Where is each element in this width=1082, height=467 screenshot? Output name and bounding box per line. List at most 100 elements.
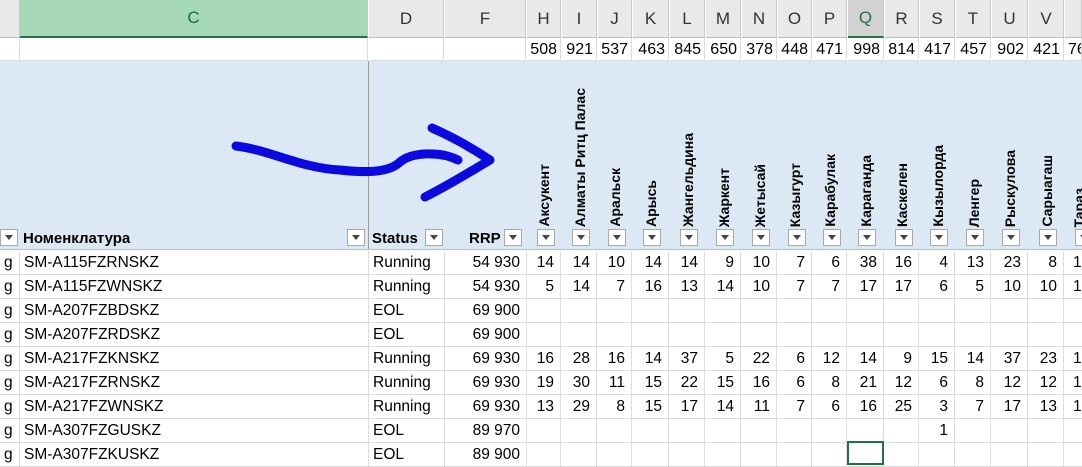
qty-cell[interactable]	[562, 323, 597, 347]
sku-cell[interactable]: SM-A115FZRNSKZ	[20, 251, 369, 275]
qty-cell[interactable]: 10	[742, 251, 777, 275]
qty-cell[interactable]: 6	[813, 395, 847, 419]
qty-cell[interactable]: 1	[920, 419, 955, 443]
qty-cell[interactable]	[1065, 419, 1082, 443]
rrp-cell[interactable]: 54 930	[445, 251, 527, 275]
qty-cell[interactable]	[562, 299, 597, 323]
qty-cell[interactable]: 12	[1029, 371, 1064, 395]
qty-cell[interactable]	[633, 443, 669, 467]
qty-cell[interactable]: 23	[1029, 347, 1064, 371]
sku-cell[interactable]: SM-A217FZRNSKZ	[20, 371, 369, 395]
qty-cell[interactable]: 12	[992, 371, 1028, 395]
rrp-cell[interactable]: 69 900	[445, 299, 527, 323]
qty-cell[interactable]: 14	[562, 251, 597, 275]
qty-cell[interactable]	[885, 419, 919, 443]
rrp-cell[interactable]: 54 930	[445, 275, 527, 299]
qty-cell[interactable]: 17	[670, 395, 705, 419]
qty-cell[interactable]: 6	[778, 347, 812, 371]
qty-cell[interactable]: 8	[813, 371, 847, 395]
status-cell[interactable]: Running	[369, 371, 445, 395]
status-cell[interactable]: EOL	[369, 299, 445, 323]
qty-cell[interactable]: 5	[706, 347, 741, 371]
qty-cell[interactable]: 6	[920, 371, 955, 395]
prefix-cell[interactable]: g	[0, 371, 20, 395]
rrp-cell[interactable]: 69 930	[445, 395, 527, 419]
qty-cell[interactable]	[956, 443, 991, 467]
qty-cell[interactable]	[813, 299, 847, 323]
qty-cell[interactable]	[1065, 323, 1082, 347]
qty-cell[interactable]: 16	[633, 275, 669, 299]
filter-button-city[interactable]	[572, 229, 590, 246]
qty-cell[interactable]: 7	[778, 251, 812, 275]
qty-cell[interactable]: 15	[633, 395, 669, 419]
qty-cell[interactable]: 7	[598, 275, 632, 299]
filter-button-city[interactable]	[823, 229, 841, 246]
active-cell-q[interactable]	[847, 441, 884, 465]
qty-cell[interactable]	[598, 443, 632, 467]
rrp-cell[interactable]: 89 900	[445, 443, 527, 467]
rrp-cell[interactable]: 69 930	[445, 347, 527, 371]
qty-cell[interactable]	[527, 443, 561, 467]
qty-cell[interactable]	[633, 299, 669, 323]
qty-cell[interactable]: 16	[527, 347, 561, 371]
qty-cell[interactable]	[920, 443, 955, 467]
qty-cell[interactable]	[848, 323, 884, 347]
qty-cell[interactable]	[742, 443, 777, 467]
qty-cell[interactable]: 10	[598, 251, 632, 275]
qty-cell[interactable]: 4	[920, 251, 955, 275]
qty-cell[interactable]: 12	[813, 347, 847, 371]
qty-cell[interactable]: 37	[670, 347, 705, 371]
qty-cell[interactable]	[920, 323, 955, 347]
qty-cell[interactable]	[633, 419, 669, 443]
qty-cell[interactable]	[778, 323, 812, 347]
qty-cell[interactable]: 8	[598, 395, 632, 419]
qty-cell[interactable]: 38	[848, 251, 884, 275]
qty-cell[interactable]	[813, 323, 847, 347]
qty-cell[interactable]: 9	[706, 251, 741, 275]
qty-cell[interactable]	[848, 299, 884, 323]
qty-cell[interactable]	[598, 419, 632, 443]
qty-cell[interactable]: 7	[956, 395, 991, 419]
qty-cell[interactable]	[992, 419, 1028, 443]
filter-button-city[interactable]	[966, 229, 984, 246]
prefix-cell[interactable]: g	[0, 275, 20, 299]
filter-button-city[interactable]	[752, 229, 770, 246]
filter-button-b[interactable]	[0, 229, 18, 246]
filter-button-city[interactable]	[1039, 229, 1057, 246]
filter-button-city[interactable]	[1002, 229, 1020, 246]
prefix-cell[interactable]: g	[0, 299, 20, 323]
qty-cell[interactable]: 9	[885, 347, 919, 371]
qty-cell[interactable]: 13	[527, 395, 561, 419]
qty-cell[interactable]	[598, 323, 632, 347]
qty-cell[interactable]	[885, 323, 919, 347]
filter-button-city[interactable]	[895, 229, 913, 246]
qty-cell[interactable]	[778, 443, 812, 467]
qty-cell[interactable]	[527, 419, 561, 443]
qty-cell[interactable]	[992, 323, 1028, 347]
qty-cell[interactable]	[1029, 419, 1064, 443]
prefix-cell[interactable]: g	[0, 419, 20, 443]
qty-cell[interactable]	[670, 443, 705, 467]
qty-cell[interactable]: 7	[778, 275, 812, 299]
status-cell[interactable]: Running	[369, 275, 445, 299]
qty-cell[interactable]	[1065, 299, 1082, 323]
qty-cell[interactable]: 13	[1029, 395, 1064, 419]
qty-cell[interactable]	[706, 443, 741, 467]
qty-cell[interactable]: 17	[885, 275, 919, 299]
prefix-cell[interactable]: g	[0, 395, 20, 419]
qty-cell[interactable]: 3	[920, 395, 955, 419]
qty-cell[interactable]: 6	[778, 371, 812, 395]
qty-cell[interactable]: 12	[885, 371, 919, 395]
qty-cell[interactable]	[813, 443, 847, 467]
qty-cell[interactable]: 15	[920, 347, 955, 371]
qty-cell[interactable]: 14	[633, 347, 669, 371]
qty-cell[interactable]	[956, 299, 991, 323]
filter-button-city[interactable]	[1075, 229, 1082, 246]
qty-cell[interactable]: 15	[706, 371, 741, 395]
qty-cell[interactable]	[670, 323, 705, 347]
qty-cell[interactable]: 14	[633, 251, 669, 275]
qty-cell[interactable]	[1029, 443, 1064, 467]
qty-cell[interactable]	[992, 443, 1028, 467]
prefix-cell[interactable]: g	[0, 251, 20, 275]
qty-cell[interactable]	[1065, 443, 1082, 467]
